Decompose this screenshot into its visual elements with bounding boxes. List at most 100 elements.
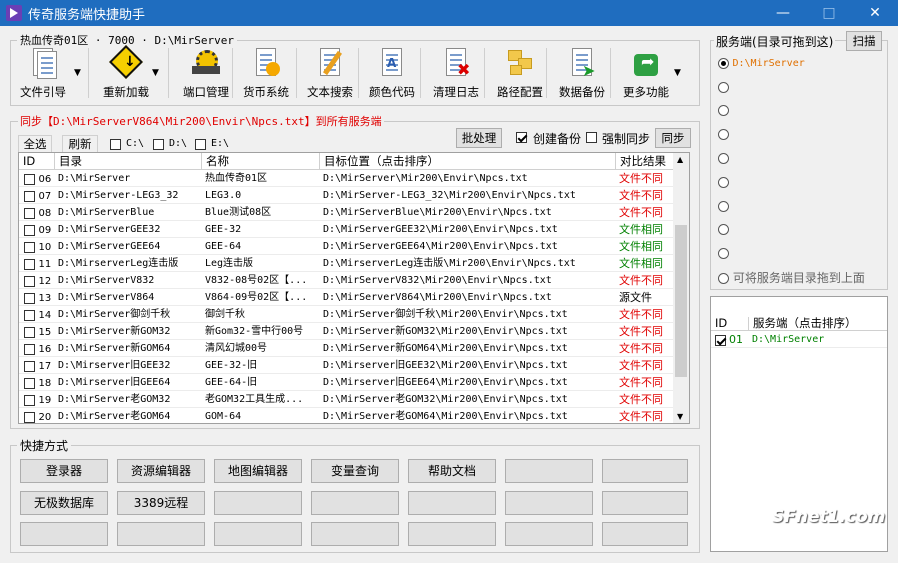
server-radio-empty[interactable] xyxy=(718,80,729,93)
row-id[interactable]: 16 xyxy=(19,340,55,356)
row-id[interactable]: 06 xyxy=(19,170,55,186)
server-radio-empty[interactable] xyxy=(718,151,729,164)
empty-shortcut-button[interactable] xyxy=(408,522,496,546)
server-radio-empty[interactable] xyxy=(718,222,729,235)
table-row[interactable]: 07 D:\MirServer-LEG3_32 LEG3.0 D:\MirServer… xyxy=(19,187,689,204)
row-id[interactable]: 14 xyxy=(19,306,55,322)
empty-shortcut-button[interactable] xyxy=(20,522,108,546)
table-row[interactable]: 18 D:\Mirserver旧GEE64 GEE-64-旧 D:\Mirserver… xyxy=(19,374,689,391)
row-checkbox[interactable] xyxy=(24,173,35,185)
empty-shortcut-button[interactable] xyxy=(505,491,593,515)
row-id[interactable]: 12 xyxy=(19,272,55,288)
shortcut-button[interactable]: 地图编辑器 xyxy=(214,459,302,483)
server-list-row[interactable]: 01 D:\MirServer xyxy=(711,331,887,348)
shortcut-button[interactable]: 登录器 xyxy=(20,459,108,483)
table-row[interactable]: 13 D:\MirServerV864 V864-09号02区【... D:\MirS… xyxy=(19,289,689,306)
row-id[interactable]: 18 xyxy=(19,374,55,390)
empty-shortcut-button[interactable] xyxy=(117,522,205,546)
toolbar-button-6[interactable]: A 颜色代码 xyxy=(362,46,422,102)
toolbar-button-5[interactable]: 文本搜索 xyxy=(300,46,360,102)
toolbar-button-4[interactable]: 货币系统 xyxy=(236,46,296,102)
shortcut-button[interactable]: 变量查询 xyxy=(311,459,399,483)
col-id-header[interactable]: ID xyxy=(19,153,55,169)
radio-selected-icon[interactable] xyxy=(718,57,729,69)
row-id[interactable]: 07 xyxy=(19,187,55,203)
scroll-up-icon[interactable]: ▲ xyxy=(677,155,683,164)
empty-shortcut-button[interactable] xyxy=(505,522,593,546)
table-row[interactable]: 20 D:\MirServer老GOM64 GOM-64 D:\MirServer老G… xyxy=(19,408,689,423)
drive-c-checkbox[interactable] xyxy=(110,139,121,150)
shortcut-button[interactable]: 资源编辑器 xyxy=(117,459,205,483)
server-radio-empty[interactable] xyxy=(718,127,729,140)
toolbar-button-9[interactable]: ➤ 数据备份 xyxy=(552,46,612,102)
radio-empty-icon[interactable] xyxy=(718,128,729,140)
row-checkbox[interactable] xyxy=(24,343,35,355)
chevron-down-icon[interactable]: ▼ xyxy=(674,68,681,78)
server-radio-1[interactable]: D:\MirServer xyxy=(718,56,805,69)
toolbar-button-2[interactable]: ↓ 重新加载 xyxy=(96,45,156,102)
scan-button[interactable]: 扫描 xyxy=(846,31,882,51)
row-id[interactable]: 13 xyxy=(19,289,55,305)
toolbar-button-10[interactable]: ➦ 更多功能 xyxy=(616,46,676,102)
force-sync-checkbox[interactable] xyxy=(586,132,597,143)
row-checkbox[interactable] xyxy=(24,411,35,423)
row-id[interactable]: 20 xyxy=(19,408,55,423)
row-checkbox[interactable] xyxy=(24,377,35,389)
col-target-header[interactable]: 目标位置（点击排序） xyxy=(320,153,616,169)
toolbar-button-8[interactable]: 路径配置 xyxy=(490,46,550,102)
empty-shortcut-button[interactable] xyxy=(602,459,688,483)
row-id[interactable]: 15 xyxy=(19,323,55,339)
sync-button[interactable]: 同步 xyxy=(655,128,691,148)
radio-empty-icon[interactable] xyxy=(718,200,729,212)
shortcut-button[interactable]: 帮助文档 xyxy=(408,459,496,483)
table-row[interactable]: 10 D:\MirServerGEE64 GEE-64 D:\MirServerGEE… xyxy=(19,238,689,255)
server-radio-empty[interactable] xyxy=(718,175,729,188)
drive-e-checkbox[interactable] xyxy=(195,139,206,150)
table-row[interactable]: 19 D:\MirServer老GOM32 老GOM32工具生成... D:\MirS… xyxy=(19,391,689,408)
row-checkbox[interactable] xyxy=(24,394,35,406)
table-row[interactable]: 09 D:\MirServerGEE32 GEE-32 D:\MirServerGEE… xyxy=(19,221,689,238)
row-id[interactable]: 08 xyxy=(19,204,55,220)
server-radio-empty[interactable] xyxy=(718,199,729,212)
empty-shortcut-button[interactable] xyxy=(311,522,399,546)
table-row[interactable]: 15 D:\MirServer新GOM32 新Gom32-雪中行00号 D:\MirS… xyxy=(19,323,689,340)
scroll-thumb[interactable] xyxy=(675,225,687,377)
empty-shortcut-button[interactable] xyxy=(408,491,496,515)
empty-shortcut-button[interactable] xyxy=(214,491,302,515)
server-radio-empty[interactable] xyxy=(718,246,729,259)
row-id[interactable]: 17 xyxy=(19,357,55,373)
row-checkbox[interactable] xyxy=(24,360,35,372)
table-row[interactable]: 17 D:\Mirserver旧GEE32 GEE-32-旧 D:\Mirserver… xyxy=(19,357,689,374)
toolbar-button-1[interactable]: 文件引导 xyxy=(16,46,70,102)
empty-shortcut-button[interactable] xyxy=(602,522,688,546)
close-button[interactable]: ✕ xyxy=(852,0,898,26)
radio-empty-icon[interactable] xyxy=(718,81,729,93)
row-checkbox[interactable] xyxy=(24,190,35,202)
scroll-down-icon[interactable]: ▼ xyxy=(677,412,683,421)
toolbar-button-3[interactable]: 端口管理 xyxy=(176,46,236,102)
toolbar-button-7[interactable]: ✖ 清理日志 xyxy=(426,46,486,102)
radio-empty-icon[interactable] xyxy=(718,176,729,188)
server-id-header[interactable]: ID xyxy=(711,317,749,330)
chevron-down-icon[interactable]: ▼ xyxy=(152,68,159,78)
row-checkbox[interactable] xyxy=(24,207,35,219)
shortcut-button[interactable]: 3389远程 xyxy=(117,491,205,515)
row-id[interactable]: 11 xyxy=(19,255,55,271)
col-name-header[interactable]: 名称 xyxy=(202,153,320,169)
row-checkbox[interactable] xyxy=(24,292,35,304)
empty-shortcut-button[interactable] xyxy=(214,522,302,546)
col-result-header[interactable]: 对比结果 xyxy=(616,153,674,169)
radio-empty-icon[interactable] xyxy=(718,223,729,235)
drive-d-checkbox[interactable] xyxy=(153,139,164,150)
empty-shortcut-button[interactable] xyxy=(602,491,688,515)
row-checkbox[interactable] xyxy=(24,258,35,270)
create-backup-checkbox[interactable] xyxy=(516,132,527,143)
maximize-button[interactable]: □ xyxy=(806,0,852,26)
server-radio-empty[interactable] xyxy=(718,103,729,116)
table-row[interactable]: 11 D:\MirserverLeg连击版 Leg连击版 D:\MirserverLe… xyxy=(19,255,689,272)
radio-empty-icon[interactable] xyxy=(718,273,729,284)
minimize-button[interactable]: — xyxy=(760,0,806,26)
radio-empty-icon[interactable] xyxy=(718,247,729,259)
row-checkbox[interactable] xyxy=(24,275,35,287)
table-row[interactable]: 08 D:\MirServerBlue Blue测试08区 D:\MirServerB… xyxy=(19,204,689,221)
